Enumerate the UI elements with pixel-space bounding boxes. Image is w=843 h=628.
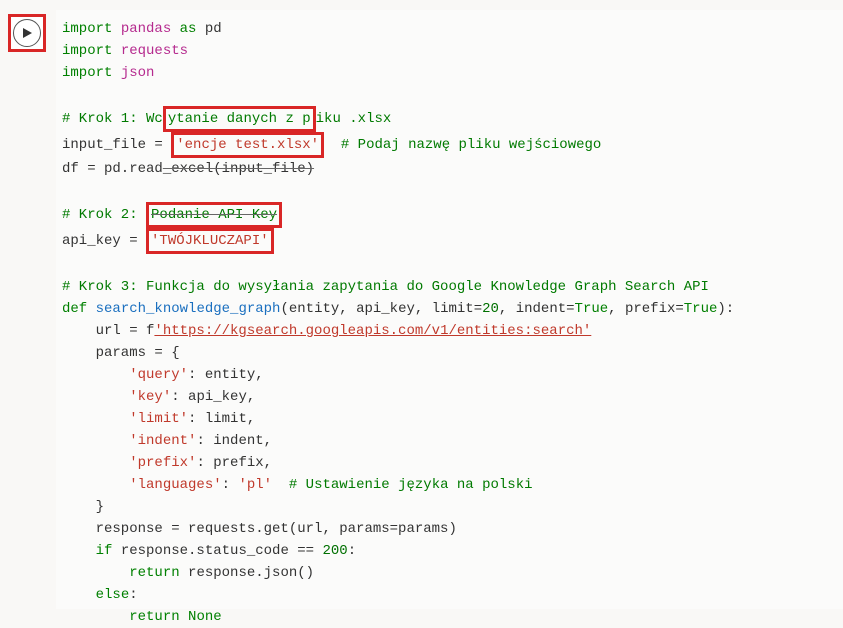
notebook-cell: import pandas as pd import requests impo… (0, 0, 843, 609)
url-string: 'https://kgsearch.googleapis.com/v1/enti… (154, 323, 591, 339)
code-editor[interactable]: import pandas as pd import requests impo… (56, 10, 843, 609)
fn-name: search_knowledge_graph (96, 301, 281, 317)
mod-pandas: pandas (121, 21, 171, 37)
play-icon (21, 27, 33, 39)
highlight-api-key-str: 'TWÓJKLUCZAPI' (146, 228, 274, 254)
highlight-input-file-str: 'encje test.xlsx' (171, 132, 324, 158)
run-cell-button[interactable] (13, 19, 41, 47)
highlight-input-file: ytanie danych z p (163, 106, 316, 132)
run-button-highlight (8, 14, 46, 52)
highlight-api-key: Podanie API Key (146, 202, 282, 228)
cell-gutter (10, 10, 56, 609)
kw-import: import (62, 21, 112, 37)
